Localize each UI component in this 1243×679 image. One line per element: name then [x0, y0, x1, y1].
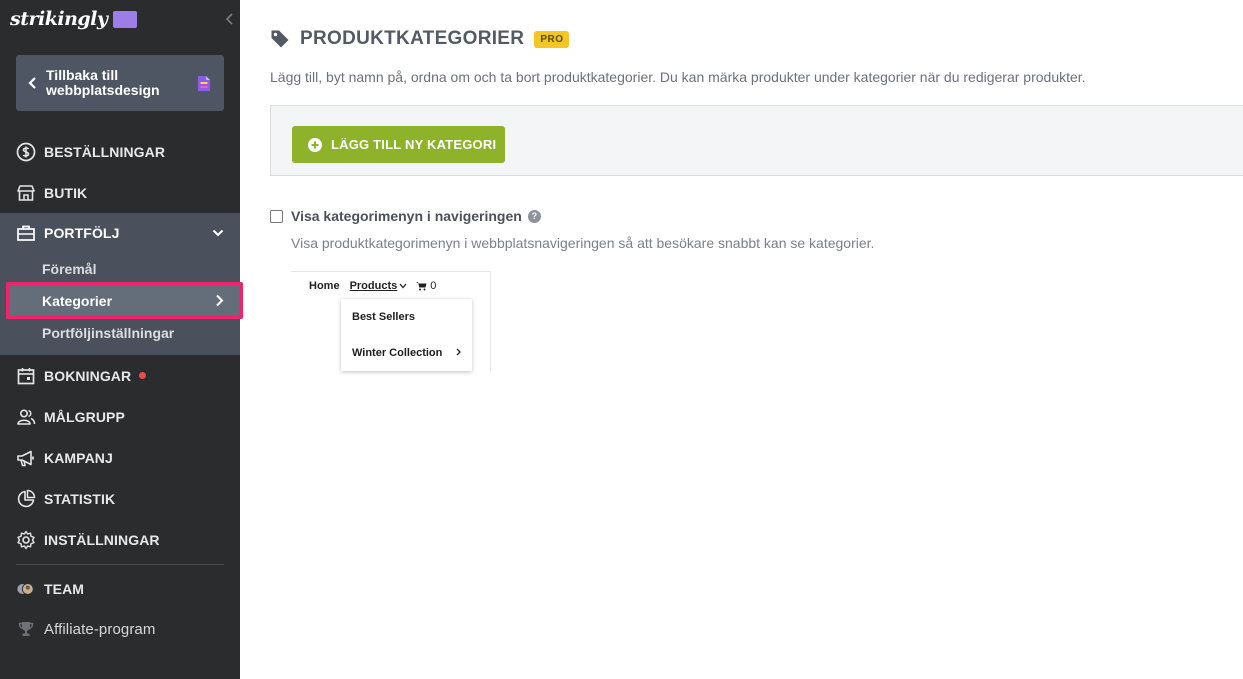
preview-dropdown-item: Best Sellers: [352, 311, 415, 323]
notification-dot: [139, 371, 147, 379]
add-category-button-label: LÄGG TILL NY KATEGORI: [331, 137, 497, 152]
pie-chart-icon: [16, 489, 36, 509]
nav-statistics-label: STATISTIK: [44, 491, 116, 507]
chevron-down-icon: [399, 283, 407, 289]
nav-store-label: BUTIK: [44, 185, 88, 201]
gear-icon: [16, 530, 36, 550]
nav-statistics[interactable]: STATISTIK: [0, 479, 240, 519]
logo[interactable]: strikingly: [10, 6, 138, 32]
show-category-menu-label[interactable]: Visa kategorimenyn i navigeringen: [291, 208, 522, 224]
help-icon[interactable]: ?: [527, 209, 541, 223]
main-content: PRODUKTKATEGORIER PRO Lägg till, byt nam…: [240, 0, 1243, 679]
app-root: strikingly Tillbaka till webbplatsdesign: [0, 0, 1243, 679]
nav-campaign-label: KAMPANJ: [44, 450, 113, 466]
preview-dropdown: Best Sellers Winter Collection: [341, 299, 472, 371]
cart-icon: [416, 282, 427, 291]
nav-bookings-label: BOKNINGAR: [44, 368, 147, 384]
trophy-icon: [16, 619, 36, 639]
briefcase-icon: [16, 223, 36, 243]
page-design-icon: [198, 76, 210, 91]
nav-store[interactable]: BUTIK: [0, 173, 240, 213]
tag-icon: [271, 30, 289, 48]
calendar-icon: [16, 366, 36, 386]
nav-settings-label: INSTÄLLNINGAR: [44, 532, 160, 548]
back-button-label: Tillbaka till webbplatsdesign: [46, 67, 160, 98]
nav-portfolio[interactable]: PORTFÖLJ: [0, 213, 240, 253]
show-category-menu-checkbox[interactable]: [270, 209, 283, 223]
nav-campaign[interactable]: KAMPANJ: [0, 438, 240, 478]
nav-audience[interactable]: MÅLGRUPP: [0, 397, 240, 437]
chevron-left-icon: [28, 77, 36, 89]
sidebar-divider: [16, 564, 224, 565]
nav-portfolio-settings[interactable]: Portföljinställningar: [42, 325, 174, 341]
nav-bookings-text: BOKNINGAR: [44, 368, 132, 384]
nav-orders[interactable]: BESTÄLLNINGAR: [0, 132, 240, 172]
add-category-button[interactable]: LÄGG TILL NY KATEGORI: [292, 126, 505, 163]
nav-settings[interactable]: INSTÄLLNINGAR: [0, 520, 240, 560]
preview-cart-count: 0: [430, 280, 437, 292]
add-category-panel: LÄGG TILL NY KATEGORI: [270, 105, 1243, 176]
page-header: PRODUKTKATEGORIER PRO: [270, 28, 570, 50]
nav-team[interactable]: TEAM: [0, 569, 240, 609]
pro-badge: PRO: [534, 30, 570, 48]
highlight-frame: [6, 282, 243, 319]
logo-flag-icon: [113, 10, 138, 28]
users-icon: [16, 407, 36, 427]
team-avatars-icon: [16, 579, 36, 599]
nav-portfolio-label: PORTFÖLJ: [44, 225, 120, 241]
page-title: PRODUKTKATEGORIER: [300, 28, 525, 49]
preview-dropdown-item: Winter Collection: [352, 347, 443, 359]
category-menu-preview: Home Products 0 Best Sellers Winter Coll…: [291, 271, 491, 371]
megaphone-icon: [16, 448, 36, 468]
nav-orders-label: BESTÄLLNINGAR: [44, 144, 166, 160]
nav-bookings[interactable]: BOKNINGAR: [0, 356, 240, 396]
chevron-down-icon: [212, 229, 224, 237]
collapse-sidebar-icon[interactable]: [224, 11, 236, 27]
back-to-site-design-button[interactable]: Tillbaka till webbplatsdesign: [16, 55, 224, 111]
preview-nav-products: Products: [349, 280, 398, 292]
page-description: Lägg till, byt namn på, ordna om och ta …: [270, 69, 1086, 85]
storefront-icon: [16, 183, 36, 203]
plus-circle-icon: [308, 137, 322, 152]
nav-portfolio-items[interactable]: Föremål: [42, 261, 96, 277]
dollar-circle-icon: [16, 142, 36, 162]
nav-team-label: TEAM: [44, 581, 85, 597]
nav-affiliate[interactable]: Affiliate-program: [0, 609, 240, 649]
show-category-menu-description: Visa produktkategorimenyn i webbplatsnav…: [291, 235, 875, 251]
sidebar: strikingly Tillbaka till webbplatsdesign: [0, 0, 243, 679]
show-category-menu-option: Visa kategorimenyn i navigeringen ?: [270, 208, 541, 224]
nav-affiliate-label: Affiliate-program: [44, 620, 156, 638]
nav-audience-label: MÅLGRUPP: [44, 409, 125, 425]
chevron-right-icon: [456, 348, 461, 356]
preview-nav-home: Home: [309, 280, 340, 292]
logo-text: strikingly: [10, 8, 108, 30]
preview-navbar: Home Products 0: [309, 280, 436, 292]
